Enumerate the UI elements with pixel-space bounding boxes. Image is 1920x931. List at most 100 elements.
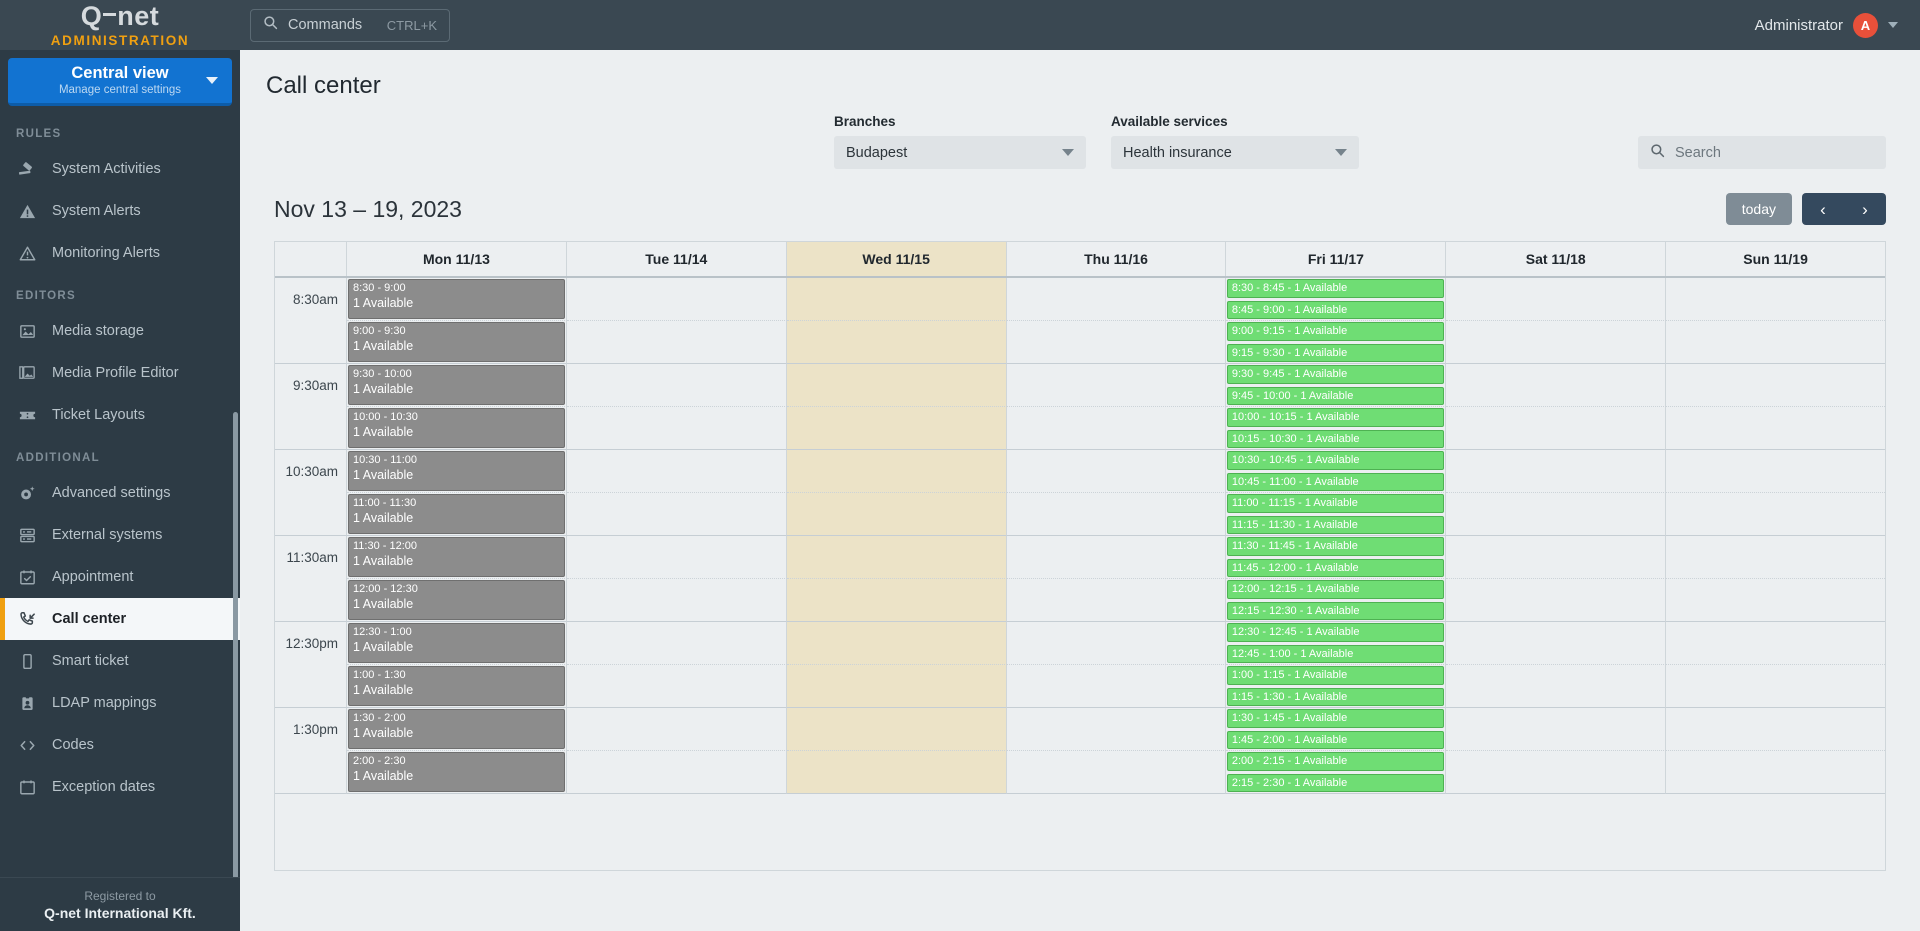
calendar-slot-busy[interactable]: 1:30 - 2:00 1 Available [348, 709, 565, 749]
calendar-slot-busy[interactable]: 11:30 - 12:00 1 Available [348, 537, 565, 577]
sidebar-item-external-systems[interactable]: External systems [0, 514, 240, 556]
calendar-slot-available[interactable]: 12:15 - 12:30 - 1 Available [1226, 601, 1444, 620]
calendar-slot-available[interactable]: 10:45 - 11:00 - 1 Available [1226, 472, 1444, 491]
sidebar-item-system-alerts[interactable]: System Alerts [0, 190, 240, 232]
calendar-day-cell[interactable] [786, 751, 1007, 794]
calendar-slot-busy[interactable]: 2:00 - 2:30 1 Available [348, 752, 565, 792]
calendar-slot-available[interactable]: 10:30 - 10:45 - 1 Available [1226, 451, 1444, 470]
calendar-day-cell[interactable] [786, 536, 1007, 579]
sidebar-item-ldap-mappings[interactable]: LDAP mappings [0, 682, 240, 724]
day-header-sun[interactable]: Sun 11/19 [1666, 242, 1885, 276]
sidebar-item-media-profile-editor[interactable]: Media Profile Editor [0, 352, 240, 394]
calendar-slot-available[interactable]: 11:00 - 11:15 - 1 Available [1226, 494, 1444, 513]
calendar-day-cell[interactable] [566, 364, 787, 407]
calendar-day-cell[interactable] [566, 751, 787, 794]
calendar-slot-available[interactable]: 9:30 - 9:45 - 1 Available [1226, 365, 1444, 384]
calendar-day-cell[interactable] [1666, 708, 1885, 751]
calendar-day-cell[interactable] [786, 407, 1007, 450]
calendar-slot-available[interactable]: 9:45 - 10:00 - 1 Available [1226, 386, 1444, 405]
calendar-day-cell[interactable] [786, 321, 1007, 364]
calendar-day-cell[interactable] [1446, 493, 1667, 536]
central-view-switcher[interactable]: Central view Manage central settings [8, 58, 232, 106]
calendar-slot-busy[interactable]: 10:30 - 11:00 1 Available [348, 451, 565, 491]
chevron-left-icon[interactable]: ‹ [1814, 201, 1832, 218]
calendar-day-cell[interactable] [1006, 751, 1227, 794]
calendar-day-cell[interactable] [786, 364, 1007, 407]
calendar-day-cell[interactable] [566, 321, 787, 364]
calendar-day-cell[interactable] [1006, 493, 1227, 536]
calendar-slot-available[interactable]: 2:00 - 2:15 - 1 Available [1226, 752, 1444, 771]
calendar-slot-available[interactable]: 10:15 - 10:30 - 1 Available [1226, 429, 1444, 448]
calendar-slot-available[interactable]: 2:15 - 2:30 - 1 Available [1226, 773, 1444, 792]
day-header-fri[interactable]: Fri 11/17 [1226, 242, 1447, 276]
calendar-day-cell[interactable] [1446, 407, 1667, 450]
calendar-day-cell[interactable] [566, 665, 787, 708]
calendar-slot-available[interactable]: 1:15 - 1:30 - 1 Available [1226, 687, 1444, 706]
calendar-day-cell[interactable] [1006, 579, 1227, 622]
day-header-wed[interactable]: Wed 11/15 [786, 242, 1007, 276]
calendar-day-cell[interactable] [1446, 665, 1667, 708]
calendar-day-cell[interactable] [1006, 665, 1227, 708]
calendar-day-cell[interactable] [1006, 450, 1227, 493]
calendar-day-cell[interactable] [1006, 321, 1227, 364]
calendar-slot-busy[interactable]: 9:30 - 10:00 1 Available [348, 365, 565, 405]
calendar-slot-busy[interactable]: 12:00 - 12:30 1 Available [348, 580, 565, 620]
calendar-day-cell[interactable] [566, 450, 787, 493]
calendar-slot-available[interactable]: 10:00 - 10:15 - 1 Available [1226, 408, 1444, 427]
sidebar-item-media-storage[interactable]: Media storage [0, 310, 240, 352]
calendar-day-cell[interactable] [786, 622, 1007, 665]
sidebar-item-system-activities[interactable]: System Activities [0, 148, 240, 190]
calendar-day-cell[interactable] [786, 665, 1007, 708]
calendar-slot-available[interactable]: 1:00 - 1:15 - 1 Available [1226, 666, 1444, 685]
calendar-day-cell[interactable] [1006, 708, 1227, 751]
calendar-slot-available[interactable]: 12:00 - 12:15 - 1 Available [1226, 580, 1444, 599]
sidebar-item-smart-ticket[interactable]: Smart ticket [0, 640, 240, 682]
user-menu[interactable]: Administrator A [1755, 12, 1920, 38]
calendar-day-cell[interactable] [1446, 751, 1667, 794]
calendar-day-cell[interactable] [1666, 321, 1885, 364]
calendar-day-cell[interactable] [1666, 278, 1885, 321]
calendar-slot-busy[interactable]: 1:00 - 1:30 1 Available [348, 666, 565, 706]
calendar-day-cell[interactable] [1446, 708, 1667, 751]
calendar-day-cell[interactable] [1446, 364, 1667, 407]
calendar-slot-available[interactable]: 12:45 - 1:00 - 1 Available [1226, 644, 1444, 663]
sidebar-item-advanced-settings[interactable]: Advanced settings [0, 472, 240, 514]
calendar-slot-available[interactable]: 8:30 - 8:45 - 1 Available [1226, 279, 1444, 298]
calendar-day-cell[interactable] [1666, 364, 1885, 407]
calendar-day-cell[interactable] [786, 708, 1007, 751]
calendar-day-cell[interactable] [1446, 321, 1667, 364]
calendar-slot-available[interactable]: 9:00 - 9:15 - 1 Available [1226, 322, 1444, 341]
calendar-day-cell[interactable] [1006, 364, 1227, 407]
calendar-slot-available[interactable]: 8:45 - 9:00 - 1 Available [1226, 300, 1444, 319]
calendar-slot-available[interactable]: 11:30 - 11:45 - 1 Available [1226, 537, 1444, 556]
calendar-day-cell[interactable] [566, 579, 787, 622]
calendar-day-cell[interactable] [1446, 278, 1667, 321]
calendar-day-cell[interactable] [1006, 407, 1227, 450]
calendar-day-cell[interactable] [566, 622, 787, 665]
calendar-slot-available[interactable]: 1:45 - 2:00 - 1 Available [1226, 730, 1444, 749]
commands-search-button[interactable]: Commands CTRL+K [250, 8, 450, 42]
calendar-slot-busy[interactable]: 11:00 - 11:30 1 Available [348, 494, 565, 534]
calendar-day-cell[interactable] [1006, 278, 1227, 321]
calendar-day-cell[interactable] [566, 708, 787, 751]
calendar-day-cell[interactable] [786, 493, 1007, 536]
calendar-day-cell[interactable] [1666, 536, 1885, 579]
day-header-tue[interactable]: Tue 11/14 [567, 242, 787, 276]
calendar-day-cell[interactable] [1666, 450, 1885, 493]
sidebar-item-call-center[interactable]: Call center [0, 598, 240, 640]
search-input[interactable]: Search [1638, 136, 1886, 169]
today-button[interactable]: today [1725, 193, 1792, 225]
calendar-slot-available[interactable]: 1:30 - 1:45 - 1 Available [1226, 709, 1444, 728]
calendar-day-cell[interactable] [1446, 579, 1667, 622]
calendar-slot-busy[interactable]: 12:30 - 1:00 1 Available [348, 623, 565, 663]
calendar-day-cell[interactable] [1006, 622, 1227, 665]
calendar-slot-available[interactable]: 11:15 - 11:30 - 1 Available [1226, 515, 1444, 534]
calendar-day-cell[interactable] [1666, 407, 1885, 450]
day-header-sat[interactable]: Sat 11/18 [1446, 242, 1667, 276]
calendar-day-cell[interactable] [786, 450, 1007, 493]
calendar-slot-busy[interactable]: 8:30 - 9:00 1 Available [348, 279, 565, 319]
branches-select[interactable]: Budapest [834, 136, 1086, 169]
sidebar-item-codes[interactable]: Codes [0, 724, 240, 766]
calendar-slot-available[interactable]: 9:15 - 9:30 - 1 Available [1226, 343, 1444, 362]
calendar-day-cell[interactable] [1666, 665, 1885, 708]
